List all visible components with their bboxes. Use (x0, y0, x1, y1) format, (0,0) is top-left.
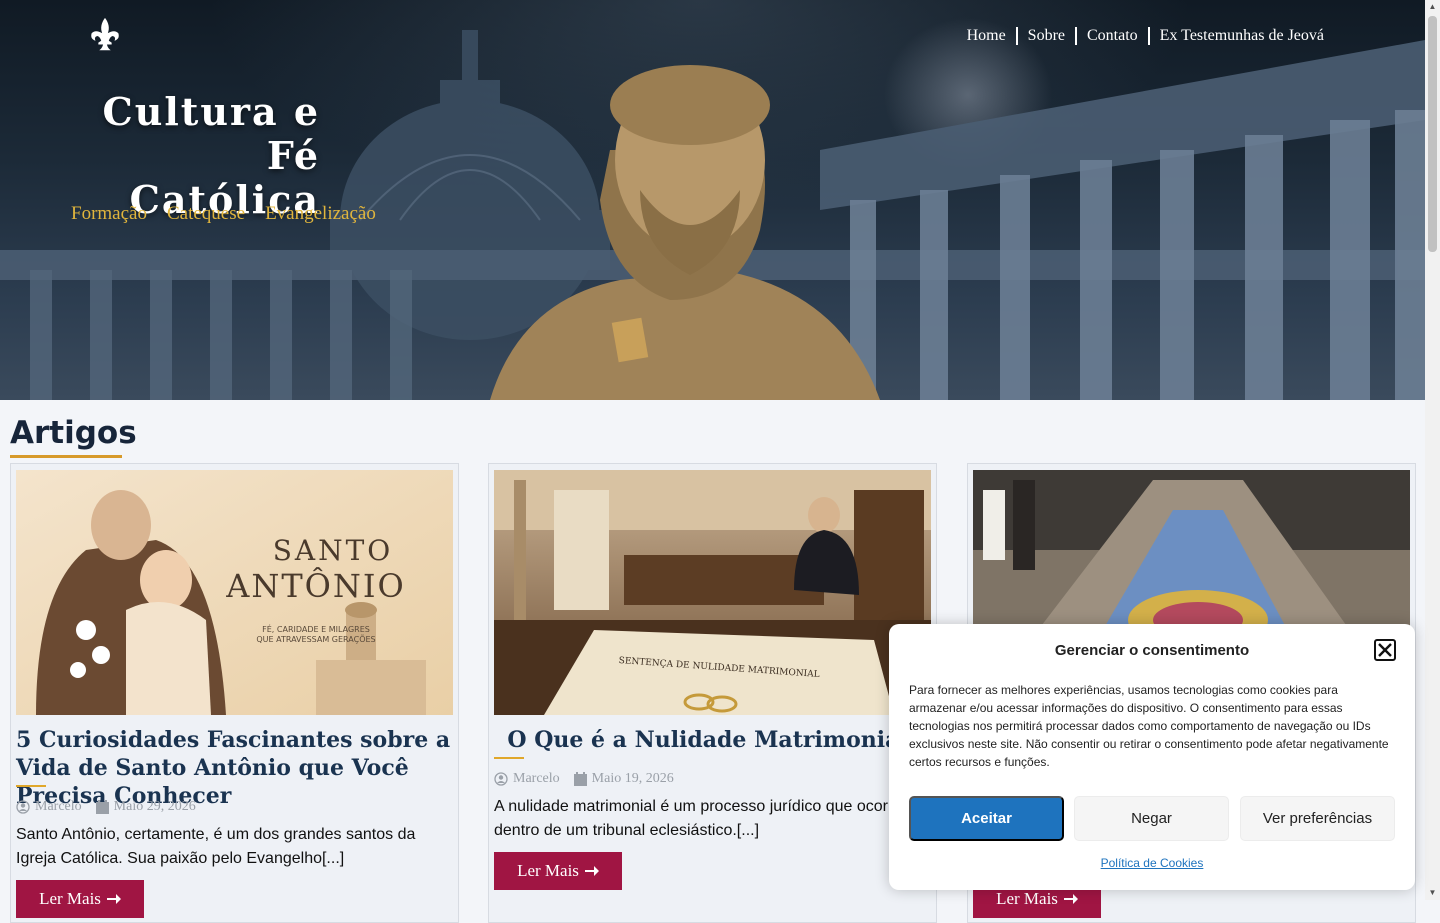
date-text: Maio 19, 2026 (591, 771, 674, 786)
site-title-line1: Cultura e Fé (102, 89, 320, 178)
category-nav-evangelizacao[interactable]: Evangelização (265, 203, 376, 225)
article-excerpt: A nulidade matrimonial é um processo jur… (494, 798, 903, 839)
article-meta: Marcelo Maio 29, 2026 (16, 799, 196, 815)
user-icon (494, 772, 508, 786)
author-name: Marcelo (35, 799, 82, 814)
section-title: Artigos (10, 415, 137, 451)
article-excerpt: Santo Antônio, certamente, é um dos gran… (16, 826, 416, 867)
image-tagline-1: FÉ, CARIDADE E MILAGRES (262, 623, 370, 634)
arrow-right-icon (106, 894, 121, 904)
view-preferences-button[interactable]: Ver preferências (1240, 796, 1395, 841)
fleur-de-lis-icon[interactable] (86, 16, 124, 54)
arrow-right-icon (1063, 894, 1078, 904)
article-title[interactable]: O Que é a Nulidade Matrimonial? (494, 726, 934, 754)
article-date: Maio 19, 2026 (573, 771, 674, 787)
read-more-button[interactable]: Ler Mais (16, 880, 144, 918)
article-thumbnail[interactable]: SENTENÇA DE NULIDADE MATRIMONIAL (494, 470, 931, 715)
section-title-underline (10, 455, 122, 458)
calendar-icon (573, 772, 587, 786)
calendar-icon (95, 800, 109, 814)
read-more-button[interactable]: Ler Mais (494, 852, 622, 890)
category-nav: Formação Catequese Evangelização (71, 203, 376, 225)
top-nav-ex-testemunhas[interactable]: Ex Testemunhas de Jeová (1150, 26, 1334, 46)
article-card: SENTENÇA DE NULIDADE MATRIMONIAL O Que é… (488, 463, 937, 923)
cookie-consent-dialog: Gerenciar o consentimento Para fornecer … (889, 624, 1415, 890)
read-more-label: Ler Mais (39, 889, 101, 908)
cookie-dialog-text: Para fornecer as melhores experiências, … (909, 683, 1389, 769)
close-icon[interactable] (1374, 639, 1396, 661)
article-author[interactable]: Marcelo (494, 771, 560, 787)
category-nav-catequese[interactable]: Catequese (167, 203, 245, 225)
cookie-dialog-title: Gerenciar o consentimento (1054, 642, 1250, 659)
article-thumbnail[interactable]: SANTO ANTÔNIO FÉ, CARIDADE E MILAGRES QU… (16, 470, 453, 715)
top-nav-home[interactable]: Home (957, 26, 1016, 46)
image-tagline-2: QUE ATRAVESSAM GERAÇÕES (256, 633, 375, 644)
article-author[interactable]: Marcelo (16, 799, 82, 815)
image-text-santo: SANTO (273, 534, 394, 567)
scrollbar-thumb[interactable] (1428, 16, 1437, 252)
nulidade-matrimonial-image: SENTENÇA DE NULIDADE MATRIMONIAL (494, 470, 931, 715)
author-name: Marcelo (513, 771, 560, 786)
top-nav: Home Sobre Contato Ex Testemunhas de Jeo… (957, 26, 1334, 46)
scroll-down-icon[interactable]: ▼ (1428, 888, 1437, 898)
top-nav-sobre[interactable]: Sobre (1018, 26, 1075, 46)
scroll-up-icon[interactable]: ▲ (1428, 2, 1437, 12)
santo-antonio-image: SANTO ANTÔNIO FÉ, CARIDADE E MILAGRES QU… (16, 470, 453, 715)
read-more-label: Ler Mais (996, 889, 1058, 908)
top-nav-contato[interactable]: Contato (1077, 26, 1148, 46)
article-meta: Marcelo Maio 19, 2026 (494, 771, 674, 787)
deny-button[interactable]: Negar (1074, 796, 1229, 841)
accept-button[interactable]: Aceitar (909, 796, 1064, 841)
category-nav-formacao[interactable]: Formação (71, 203, 147, 225)
title-accent-line (494, 757, 524, 759)
date-text: Maio 29, 2026 (113, 799, 196, 814)
page-scrollbar[interactable]: ▲ ▼ (1425, 0, 1440, 900)
article-card: SANTO ANTÔNIO FÉ, CARIDADE E MILAGRES QU… (10, 463, 459, 923)
image-text-antonio: ANTÔNIO (225, 567, 406, 605)
hero-banner: Cultura e Fé Católica Formação Catequese… (0, 0, 1425, 400)
article-title[interactable]: 5 Curiosidades Fascinantes sobre a Vida … (16, 726, 456, 810)
title-accent-line (16, 785, 46, 787)
article-date: Maio 29, 2026 (95, 799, 196, 815)
user-icon (16, 800, 30, 814)
arrow-right-icon (584, 866, 599, 876)
cookie-policy-link[interactable]: Política de Cookies (889, 856, 1415, 870)
read-more-label: Ler Mais (517, 861, 579, 880)
